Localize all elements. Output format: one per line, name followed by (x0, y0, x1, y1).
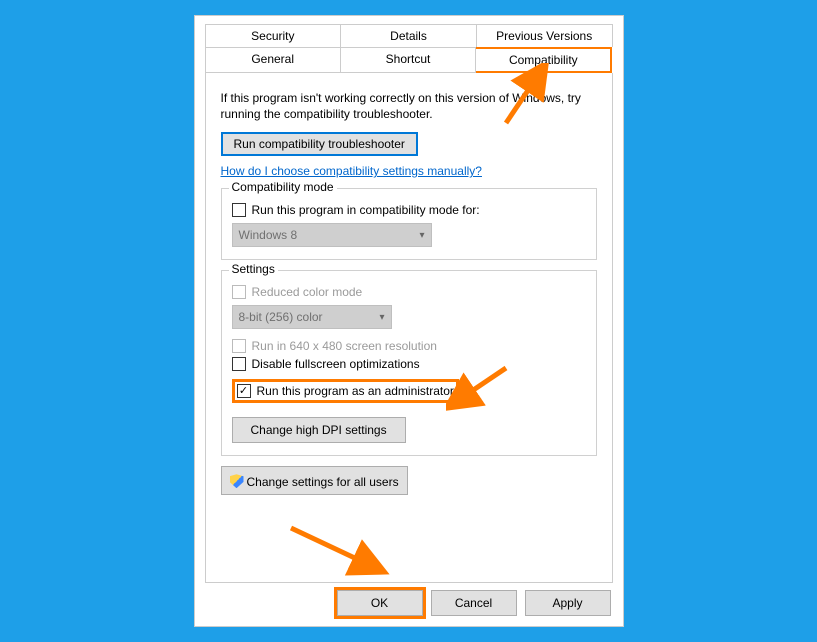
compat-mode-title: Compatibility mode (229, 180, 337, 194)
compat-mode-group: Compatibility mode Run this program in c… (221, 188, 597, 260)
color-combo-value: 8-bit (256) color (239, 310, 323, 324)
tab-details[interactable]: Details (341, 24, 477, 47)
reduced-color-checkbox[interactable] (232, 285, 246, 299)
change-dpi-button[interactable]: Change high DPI settings (232, 417, 406, 443)
tab-security[interactable]: Security (205, 24, 342, 47)
disable-fullscreen-label: Disable fullscreen optimizations (252, 357, 420, 371)
tab-shortcut[interactable]: Shortcut (341, 47, 476, 73)
intro-text: If this program isn't working correctly … (221, 91, 597, 122)
run-640-checkbox[interactable] (232, 339, 246, 353)
cancel-button[interactable]: Cancel (431, 590, 517, 616)
tab-compatibility[interactable]: Compatibility (476, 47, 612, 73)
disable-fullscreen-checkbox[interactable] (232, 357, 246, 371)
manual-settings-link[interactable]: How do I choose compatibility settings m… (221, 164, 482, 178)
run-640-label: Run in 640 x 480 screen resolution (252, 339, 437, 353)
run-as-admin-checkbox[interactable] (237, 384, 251, 398)
change-all-users-button[interactable]: Change settings for all users (221, 466, 408, 495)
tab-general[interactable]: General (205, 47, 341, 73)
settings-title: Settings (229, 262, 278, 276)
reduced-color-label: Reduced color mode (252, 285, 363, 299)
chevron-down-icon: ▾ (419, 230, 424, 241)
compat-mode-combo-value: Windows 8 (239, 228, 298, 242)
tab-previous-versions[interactable]: Previous Versions (477, 24, 613, 47)
shield-icon (230, 474, 244, 488)
apply-button[interactable]: Apply (525, 590, 611, 616)
compat-mode-checkbox[interactable] (232, 203, 246, 217)
compatibility-panel: If this program isn't working correctly … (205, 73, 613, 583)
color-combo[interactable]: 8-bit (256) color ▾ (232, 305, 392, 329)
dialog-buttons: OK Cancel Apply (337, 590, 611, 616)
run-troubleshooter-button[interactable]: Run compatibility troubleshooter (221, 132, 418, 156)
run-as-admin-label: Run this program as an administrator (257, 384, 454, 398)
change-all-users-label: Change settings for all users (247, 475, 399, 489)
tabstrip: Security Details Previous Versions Gener… (205, 24, 613, 73)
settings-group: Settings Reduced color mode 8-bit (256) … (221, 270, 597, 456)
compat-mode-label: Run this program in compatibility mode f… (252, 203, 480, 217)
ok-button[interactable]: OK (337, 590, 423, 616)
run-as-admin-row: Run this program as an administrator (232, 379, 459, 403)
compat-mode-combo[interactable]: Windows 8 ▾ (232, 223, 432, 247)
properties-dialog: Security Details Previous Versions Gener… (194, 15, 624, 627)
chevron-down-icon: ▾ (379, 312, 384, 323)
arrow-annotation-icon (281, 523, 391, 578)
